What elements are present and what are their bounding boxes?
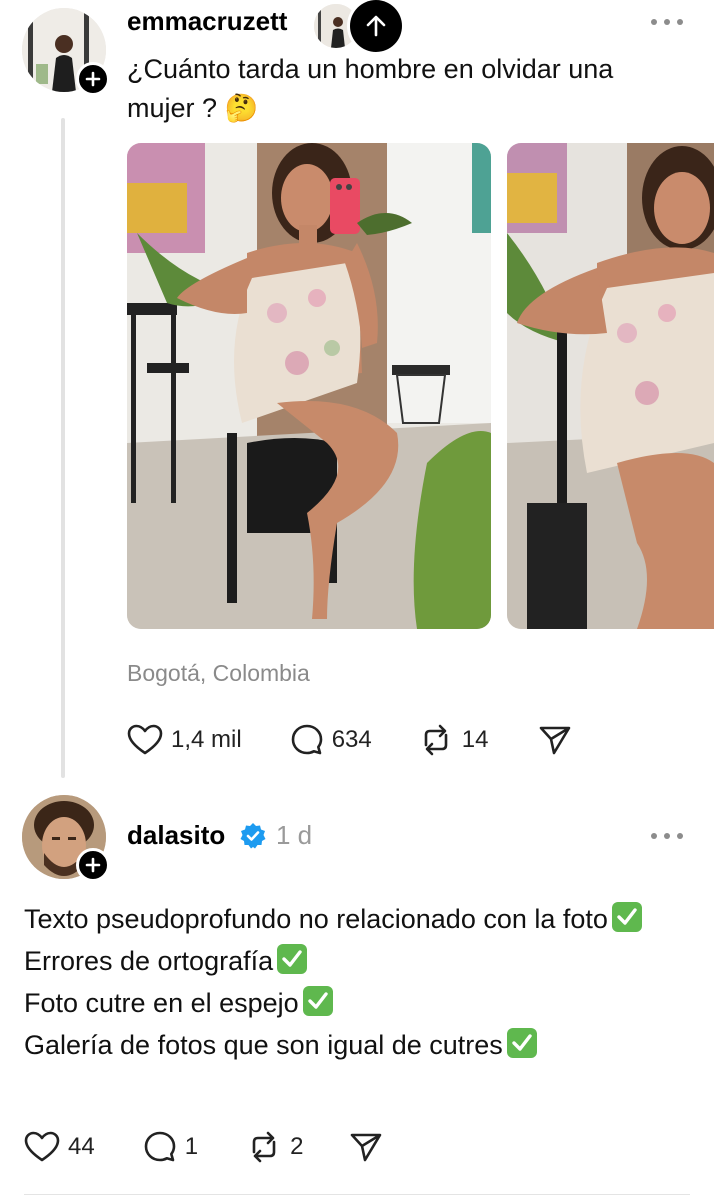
repost-icon [424,724,448,756]
arrow-up-icon [366,15,386,37]
like-count: 44 [68,1133,95,1160]
heart-icon [127,724,163,755]
plus-icon [85,71,101,87]
check-mark-emoji [302,986,333,1016]
post2-text: Texto pseudoprofundo no relacionado con … [24,898,694,1066]
comment-count: 634 [331,726,372,753]
verified-badge [239,822,267,855]
second-selfie-image [507,143,714,629]
post2-timestamp: 1 d [276,820,313,850]
repost-button[interactable]: 14 [418,723,489,757]
plus-icon [85,857,101,873]
follow-plus-button[interactable] [76,848,110,882]
like-button[interactable]: 44 [24,1131,95,1163]
comment-button[interactable]: 1 [143,1130,198,1164]
post2-username[interactable]: dalasito [127,820,225,850]
post-photo-1[interactable] [127,143,491,629]
post2-line-4: Galería de fotos que son igual de cutres [24,1024,694,1066]
more-options-button[interactable] [650,826,684,840]
comment-button[interactable]: 634 [290,723,372,757]
comment-count: 1 [184,1133,199,1160]
post2-line-3-text: Foto cutre en el espejo [24,988,299,1018]
verified-badge-icon [240,823,266,849]
repost-button[interactable]: 2 [246,1130,303,1164]
like-count: 1,4 mil [171,726,242,753]
more-dots-icon [651,833,683,839]
share-button[interactable] [538,724,572,756]
post2-line-1: Texto pseudoprofundo no relacionado con … [24,898,694,940]
like-button[interactable]: 1,4 mil [127,724,242,756]
post1-location[interactable]: Bogotá, Colombia [127,660,310,687]
share-button[interactable] [349,1131,383,1163]
send-icon [540,726,571,755]
post1-actions: 1,4 mil 634 14 [127,723,572,757]
check-mark-emoji [277,944,308,974]
heart-icon [24,1131,60,1162]
post2-line-4-text: Galería de fotos que son igual de cutres [24,1030,503,1060]
mirror-selfie-image [127,143,491,629]
comment-bubble-icon [291,724,322,755]
repost-count: 14 [461,726,489,753]
send-icon [351,1133,382,1162]
more-dots-icon [651,19,683,25]
more-options-button[interactable] [650,12,684,26]
post-photo-2[interactable] [507,143,714,629]
post2-actions: 44 1 2 [24,1130,383,1164]
comment-bubble-icon [144,1131,176,1162]
repost-icon [252,1131,276,1163]
follow-plus-button[interactable] [76,62,110,96]
post2-line-3: Foto cutre en el espejo [24,982,694,1024]
check-mark-emoji [506,1028,537,1058]
post2-line-2-text: Errores de ortografía [24,946,274,976]
scroll-up-button[interactable] [350,0,402,52]
repost-count: 2 [290,1133,304,1160]
thread-line [61,118,65,778]
post2-line-1-text: Texto pseudoprofundo no relacionado con … [24,904,608,934]
post1-username[interactable]: emmacruzett [127,6,305,36]
divider [24,1194,690,1195]
post1-text: ¿Cuánto tarda un hombre en olvidar una m… [127,54,614,123]
check-mark-emoji [611,902,642,932]
post2-line-2: Errores de ortografía [24,940,694,982]
